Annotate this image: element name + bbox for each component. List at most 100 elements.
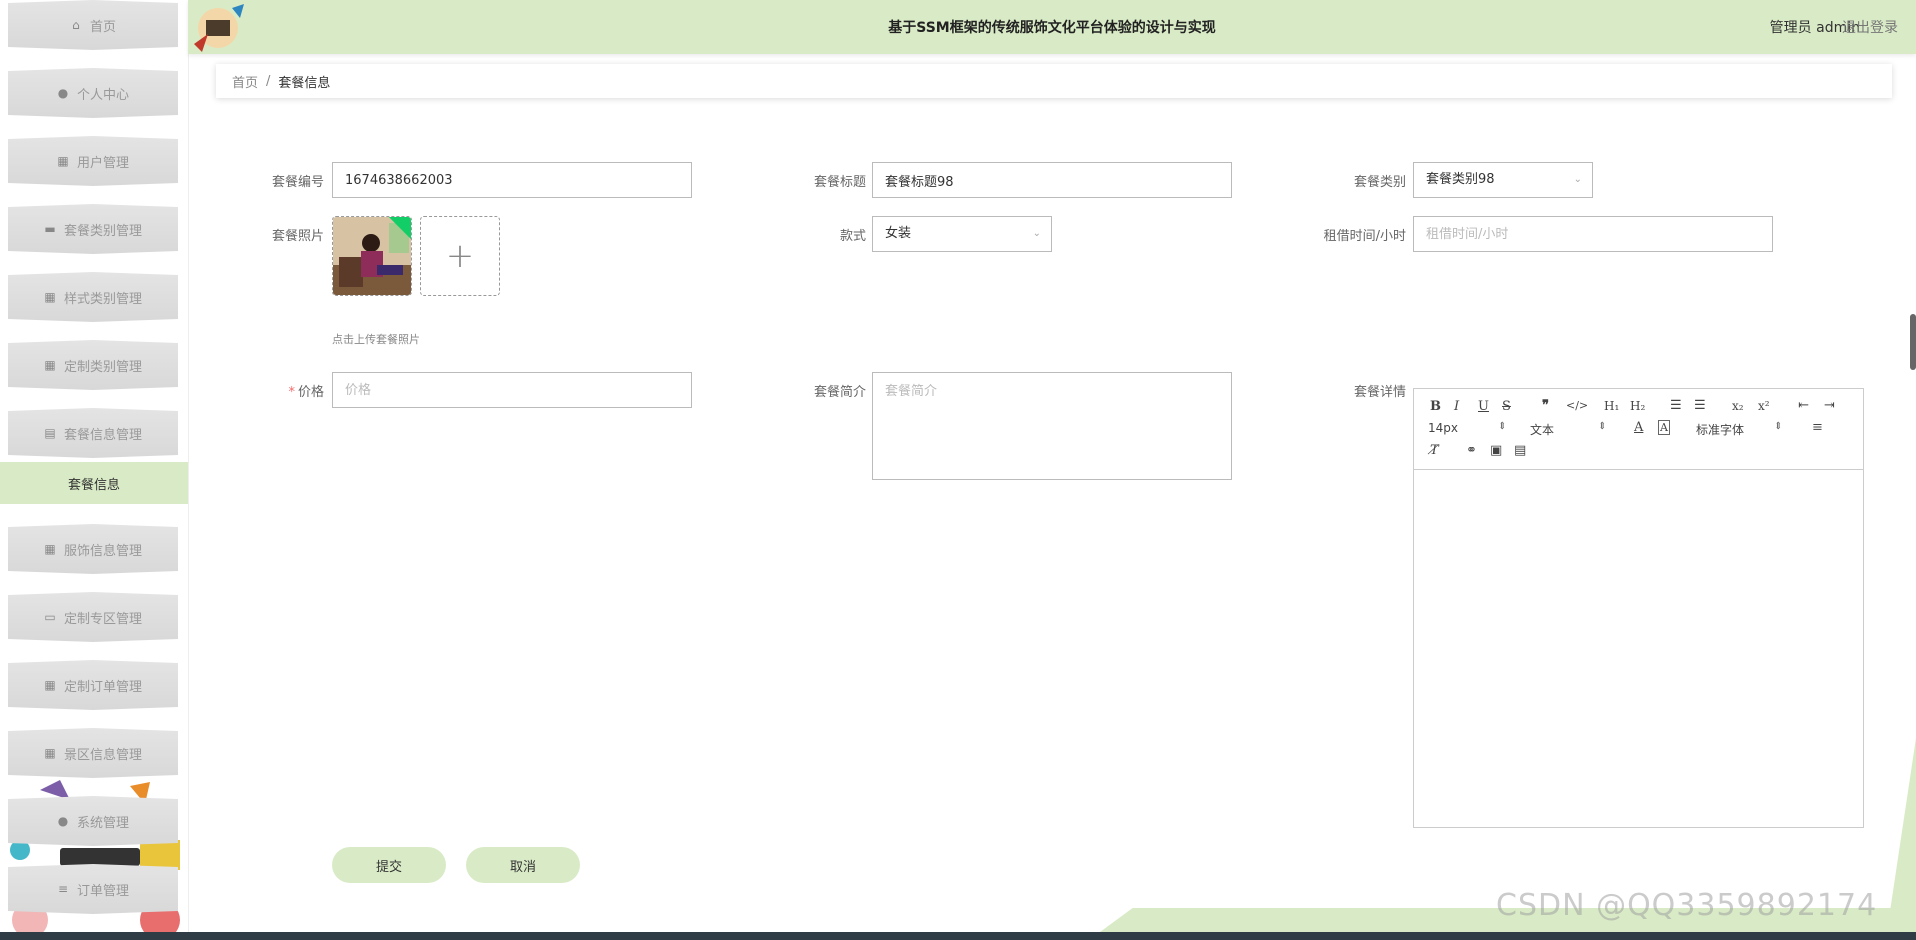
page-title: 基于SSM框架的传统服饰文化平台体验的设计与实现 [888, 20, 1216, 36]
chevron-down-icon: ⌄ [1032, 228, 1041, 239]
heading2-icon[interactable]: H₂ [1630, 399, 1645, 413]
logout-link[interactable]: 退出登录 [1842, 17, 1898, 37]
package-photo-label: 套餐照片 [271, 229, 324, 244]
package-category-select[interactable]: 套餐类别98 ⌄ [1413, 162, 1593, 198]
strike-icon[interactable]: S [1502, 399, 1511, 414]
intro-label: 套餐简介 [813, 385, 866, 400]
home-icon: ⌂ [72, 18, 80, 32]
sidebar-item-label: 个人中心 [76, 87, 129, 103]
align-icon[interactable]: ≡ [1812, 420, 1823, 435]
package-photo-thumbnail[interactable] [332, 216, 412, 296]
detail-label: 套餐详情 [1353, 385, 1406, 400]
grid-icon: ▦ [44, 746, 56, 760]
subscript-icon[interactable]: x₂ [1732, 399, 1744, 413]
italic-icon[interactable]: I [1454, 399, 1459, 414]
rent-time-input[interactable] [1413, 216, 1773, 252]
sidebar-item-label: 套餐类别管理 [63, 223, 142, 239]
grid-icon: ▦ [44, 542, 56, 556]
intro-textarea[interactable] [872, 372, 1232, 480]
text-type-select[interactable]: 文本 [1530, 421, 1554, 438]
bold-icon[interactable]: B [1430, 399, 1441, 414]
sidebar-item-scenic-info[interactable]: ▦ 景区信息管理 [8, 728, 178, 778]
style-select[interactable]: 女装 ⌄ [872, 216, 1052, 252]
sidebar-item-clothing-info[interactable]: ▦ 服饰信息管理 [8, 524, 178, 574]
breadcrumb: 首页 / 套餐信息 [216, 64, 1892, 98]
sidebar-item-users[interactable]: ▦ 用户管理 [8, 136, 178, 186]
chevron-updown-icon: ⇕ [1498, 421, 1507, 432]
cancel-button[interactable]: 取消 [466, 847, 580, 883]
breadcrumb-home[interactable]: 首页 [232, 72, 258, 91]
outdent-icon[interactable]: ⇤ [1798, 398, 1809, 413]
image-icon[interactable]: ▣ [1490, 443, 1502, 458]
editor-content-area[interactable] [1414, 470, 1863, 828]
briefcase-icon: ▬ [44, 222, 56, 236]
rich-text-editor: B I U S ❞ </> H₁ H₂ ☰ ☰ x₂ x² ⇤ ⇥ 14px ⇕… [1413, 388, 1864, 828]
font-family-select[interactable]: 标准字体 [1696, 421, 1744, 438]
window-bottom-bar [0, 932, 1916, 940]
style-value: 女装 [885, 226, 912, 241]
link-icon[interactable]: ⚭ [1466, 443, 1477, 458]
sidebar-item-orders[interactable]: ≡ 订单管理 [8, 864, 178, 914]
watermark: CSDN @QQ3359892174 [1496, 888, 1878, 923]
sidebar-item-label: 定制专区管理 [63, 611, 142, 627]
grid-icon: ▦ [44, 678, 56, 692]
background-color-icon[interactable]: A [1658, 420, 1670, 435]
indent-icon[interactable]: ⇥ [1824, 398, 1835, 413]
sidebar-item-profile[interactable]: ● 个人中心 [8, 68, 178, 118]
sidebar-item-label: 定制类别管理 [63, 359, 142, 375]
sidebar-item-style-category[interactable]: ▦ 样式类别管理 [8, 272, 178, 322]
sidebar-item-label: 服饰信息管理 [63, 543, 142, 559]
sidebar-item-custom-orders[interactable]: ▦ 定制订单管理 [8, 660, 178, 710]
app-root: ⌂ 首页 ● 个人中心 ▦ 用户管理 ▬ 套餐类别管理 ▦ 样式类别管理 ▦ 定… [0, 0, 1916, 940]
list-icon: ≡ [57, 882, 69, 896]
sidebar-item-label: 定制订单管理 [63, 679, 142, 695]
underline-icon[interactable]: U [1478, 399, 1489, 414]
clipboard-icon: ▤ [44, 426, 56, 440]
package-no-input[interactable] [332, 162, 692, 198]
sidebar-item-label: 套餐信息管理 [63, 427, 142, 443]
sidebar-item-package-info[interactable]: ▤ 套餐信息管理 [8, 408, 178, 458]
submit-button[interactable]: 提交 [332, 847, 446, 883]
price-input[interactable] [332, 372, 692, 408]
sidebar-item-label: 系统管理 [76, 815, 129, 831]
sidebar-item-label: 用户管理 [76, 155, 129, 171]
sidebar-item-package-category[interactable]: ▬ 套餐类别管理 [8, 204, 178, 254]
superscript-icon[interactable]: x² [1758, 399, 1770, 413]
package-no-label: 套餐编号 [271, 175, 324, 190]
sidebar-item-label: 订单管理 [76, 883, 129, 899]
sidebar-item-label: 首页 [89, 19, 116, 35]
editor-toolbar: B I U S ❞ </> H₁ H₂ ☰ ☰ x₂ x² ⇤ ⇥ 14px ⇕… [1414, 389, 1863, 470]
upload-tip: 点击上传套餐照片 [332, 333, 420, 346]
clear-format-icon[interactable]: T̸ [1430, 443, 1439, 458]
chevron-updown-icon: ⇕ [1774, 421, 1783, 432]
font-color-icon[interactable]: A [1634, 420, 1643, 435]
upload-add-button[interactable]: + [420, 216, 500, 296]
quote-icon[interactable]: ❞ [1542, 398, 1549, 413]
sidebar-subitem-label: 套餐信息 [67, 477, 120, 493]
package-title-label: 套餐标题 [813, 175, 866, 190]
breadcrumb-current: 套餐信息 [278, 75, 331, 91]
package-category-value: 套餐类别98 [1426, 172, 1495, 187]
grid-icon: ▦ [57, 154, 69, 168]
sidebar-item-system[interactable]: ● 系统管理 [8, 796, 178, 846]
sidebar-item-label: 样式类别管理 [63, 291, 142, 307]
sidebar-subitem-package-info[interactable]: 套餐信息 [0, 462, 188, 504]
sidebar: ⌂ 首页 ● 个人中心 ▦ 用户管理 ▬ 套餐类别管理 ▦ 样式类别管理 ▦ 定… [0, 0, 189, 940]
font-size-select[interactable]: 14px [1428, 421, 1458, 435]
sidebar-item-custom-category[interactable]: ▦ 定制类别管理 [8, 340, 178, 390]
bullet-list-icon[interactable]: ☰ [1694, 398, 1706, 413]
scrollbar-thumb[interactable] [1910, 314, 1916, 370]
package-title-input[interactable] [872, 162, 1232, 198]
code-icon[interactable]: </> [1566, 399, 1588, 412]
sidebar-item-custom-zone[interactable]: ▭ 定制专区管理 [8, 592, 178, 642]
price-label: * 价格 [240, 381, 324, 400]
grid-icon: ▦ [44, 290, 56, 304]
ordered-list-icon[interactable]: ☰ [1670, 398, 1682, 413]
user-icon: ● [57, 86, 69, 100]
video-icon[interactable]: ▤ [1514, 443, 1526, 458]
sidebar-item-home[interactable]: ⌂ 首页 [8, 0, 178, 50]
style-label: 款式 [839, 229, 866, 244]
heading1-icon[interactable]: H₁ [1604, 399, 1619, 413]
grid-icon: ▦ [44, 358, 56, 372]
location-icon: ● [57, 814, 69, 828]
